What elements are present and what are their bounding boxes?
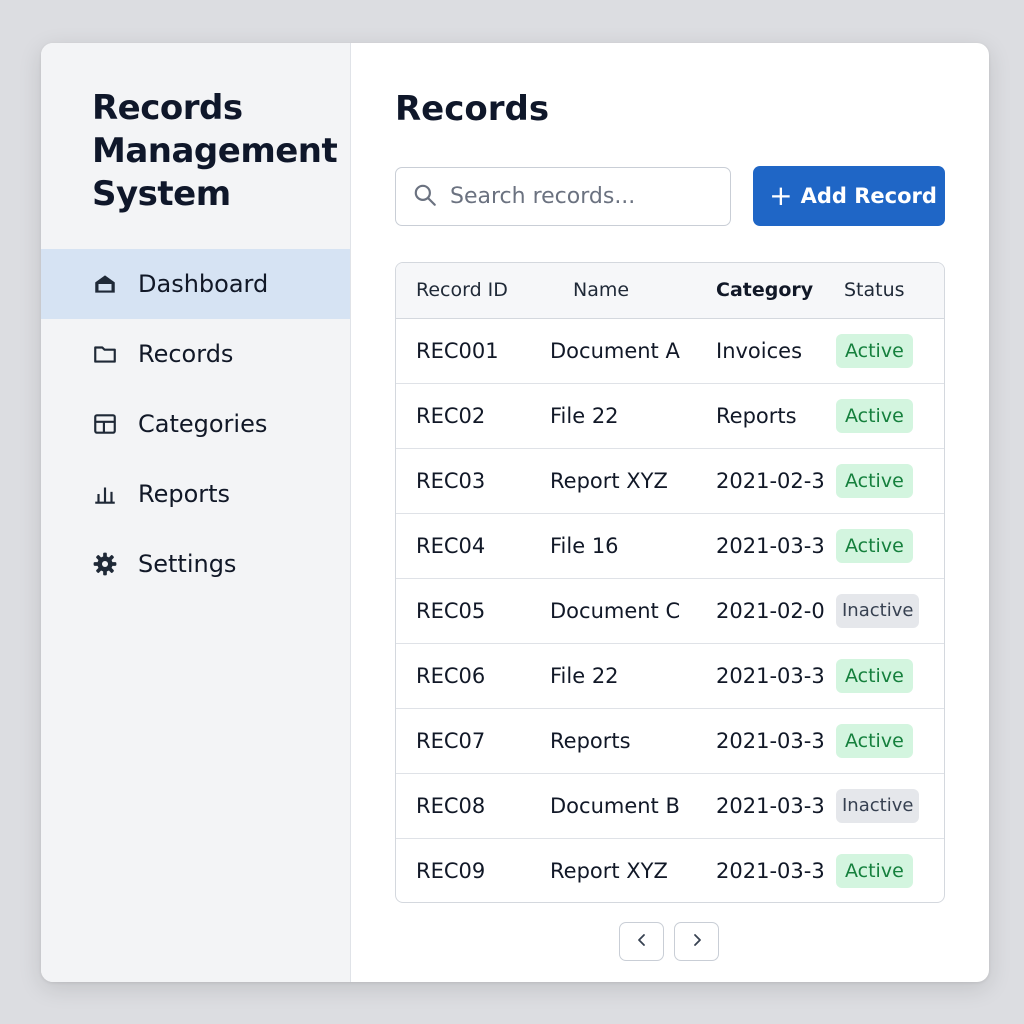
status-cell: Inactive — [826, 772, 944, 838]
status-badge: Active — [836, 853, 913, 888]
record-id-cell: REC02 — [396, 382, 530, 448]
sidebar-item-dashboard[interactable]: Dashboard — [41, 249, 350, 319]
app-title: Records Management System — [92, 88, 338, 214]
category-cell: Reports — [696, 382, 826, 448]
table-row[interactable]: REC08 Document B 2021-03-31 Inactive — [396, 772, 944, 838]
status-cell: Active — [826, 447, 944, 513]
main-content: Records plus + Add Record Record ID Name… — [351, 43, 989, 982]
record-id-cell: REC03 — [396, 447, 530, 513]
status-cell: Active — [826, 642, 944, 708]
layout-icon — [92, 411, 118, 437]
table-row[interactable]: REC09 Report XYZ 2021-03-31 Active — [396, 837, 944, 902]
status-cell: Inactive — [826, 577, 944, 643]
next-page-button[interactable] — [674, 922, 719, 961]
record-id-cell: REC06 — [396, 642, 530, 708]
bar-chart-icon — [92, 481, 118, 507]
status-badge: Active — [836, 463, 913, 498]
search-icon — [412, 182, 438, 212]
record-id-cell: REC04 — [396, 512, 530, 578]
table-row[interactable]: REC07 Reports 2021-03-31 Active — [396, 707, 944, 773]
gear-icon — [92, 551, 118, 577]
search-box[interactable] — [395, 167, 731, 226]
app-window: Records Management System Dashboard Reco… — [41, 43, 989, 982]
sidebar-item-reports[interactable]: Reports — [41, 459, 350, 529]
category-cell: Invoices — [716, 338, 803, 363]
record-id-cell: REC001 — [416, 338, 499, 363]
name-cell: Document C — [530, 577, 696, 643]
chevron-left-icon — [634, 932, 650, 951]
status-cell: Active — [826, 707, 944, 773]
category-cell: 2021-03-31 — [696, 512, 826, 578]
record-id-cell: REC07 — [396, 707, 530, 773]
table-row[interactable]: REC03 Report XYZ 2021-02-31 Active — [396, 447, 944, 513]
name-cell: Document B — [530, 772, 696, 838]
records-table: Record ID Name Category Status REC001 Doc… — [395, 262, 945, 903]
status-badge: Inactive — [836, 593, 920, 628]
sidebar-item-label: Records — [138, 340, 234, 368]
add-record-button[interactable]: plus + Add Record — [753, 166, 945, 226]
search-input[interactable] — [450, 184, 720, 209]
status-cell: Active — [826, 318, 944, 383]
sidebar: Records Management System Dashboard Reco… — [41, 43, 351, 982]
name-cell: Report XYZ — [530, 447, 696, 513]
status-cell: Active — [826, 382, 944, 448]
status-badge: Active — [836, 658, 913, 693]
table-body: REC001 Document A Invoices Active REC02 File … — [396, 318, 944, 902]
column-header-status[interactable]: Status — [826, 263, 944, 319]
table-row[interactable]: REC02 File 22 Reports Active — [396, 382, 944, 448]
category-cell: 2021-02-31 — [696, 447, 826, 513]
previous-page-button[interactable] — [619, 922, 664, 961]
sidebar-item-label: Categories — [138, 410, 268, 438]
column-header-record-id[interactable]: Record ID — [396, 263, 530, 319]
sidebar-item-records[interactable]: Records — [41, 319, 350, 389]
chevron-right-icon — [689, 932, 705, 951]
category-cell: 2021-03-31 — [696, 642, 826, 708]
folder-icon — [92, 341, 118, 367]
status-badge: Active — [836, 333, 913, 368]
home-icon — [92, 271, 118, 297]
pagination — [619, 922, 719, 961]
status-badge: Active — [836, 398, 913, 433]
category-cell: 2021-03-31 — [696, 772, 826, 838]
status-badge: Inactive — [836, 788, 920, 823]
status-cell: Active — [826, 837, 944, 902]
record-id-cell: REC05 — [396, 577, 530, 643]
table-row[interactable]: REC05 Document C 2021-02-01 Inactive — [396, 577, 944, 643]
name-cell: Report XYZ — [530, 837, 696, 902]
sidebar-item-label: Reports — [138, 480, 231, 508]
name-cell: File 22 — [530, 382, 696, 448]
column-header-name[interactable]: Name — [530, 263, 696, 319]
table-row[interactable]: REC06 File 22 2021-03-31 Active — [396, 642, 944, 708]
sidebar-nav: Dashboard Records Categories Reports Set… — [41, 249, 350, 599]
sidebar-item-label: Settings — [138, 550, 237, 578]
plus-glyph: + — [769, 179, 793, 212]
name-cell: File 16 — [530, 512, 696, 578]
table-header-row: Record ID Name Category Status — [396, 263, 944, 319]
sidebar-item-label: Dashboard — [138, 270, 269, 298]
record-id-cell: REC08 — [396, 772, 530, 838]
status-badge: Active — [836, 723, 913, 758]
add-record-label: Add Record — [800, 184, 937, 208]
table-row[interactable]: REC04 File 16 2021-03-31 Active — [396, 512, 944, 578]
name-cell: Reports — [530, 707, 696, 773]
status-badge: Active — [836, 528, 913, 563]
page-title: Records — [395, 89, 550, 129]
name-cell: File 22 — [530, 642, 696, 708]
status-cell: Active — [826, 512, 944, 578]
category-cell: 2021-03-31 — [696, 707, 826, 773]
sidebar-item-categories[interactable]: Categories — [41, 389, 350, 459]
record-id-cell: REC09 — [396, 837, 530, 902]
name-cell: Document A — [550, 338, 680, 363]
table-row[interactable]: REC001 Document A Invoices Active — [396, 318, 944, 383]
column-header-category[interactable]: Category — [696, 263, 826, 319]
category-cell: 2021-02-01 — [696, 577, 826, 643]
category-cell: 2021-03-31 — [696, 837, 826, 902]
sidebar-item-settings[interactable]: Settings — [41, 529, 350, 599]
